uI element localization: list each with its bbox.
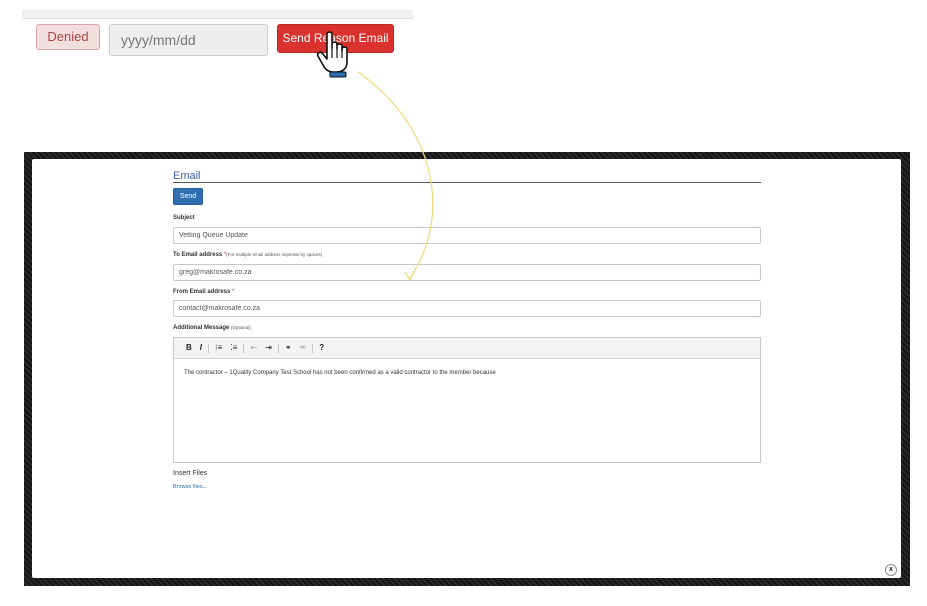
link-icon[interactable]: ⚭ — [281, 342, 296, 354]
from-email-label: From Email address * — [173, 289, 235, 295]
from-email-field[interactable] — [173, 300, 761, 317]
editor-toolbar: B I ⁝≡ ⁚≡ ⇤ ⇥ ⚭ ⚮ ? — [174, 338, 760, 359]
italic-button[interactable]: I — [196, 342, 206, 354]
toolbar-divider — [277, 343, 279, 353]
subject-field[interactable] — [173, 227, 761, 244]
title-divider — [173, 182, 761, 183]
browse-files-link[interactable]: Browse files... — [173, 484, 207, 490]
outdent-icon[interactable]: ⇤ — [246, 342, 261, 354]
to-email-label: To Email address *(For multiple email ad… — [173, 252, 323, 258]
message-editor[interactable]: B I ⁝≡ ⁚≡ ⇤ ⇥ ⚭ ⚮ ? The contractor – 1Qu… — [173, 337, 761, 463]
subject-label: Subject — [173, 215, 195, 221]
optional-note: (Optional) — [231, 325, 251, 330]
help-icon[interactable]: ? — [315, 342, 328, 354]
editor-body[interactable]: The contractor – 1Quality Company Test S… — [174, 359, 760, 387]
email-title: Email — [173, 170, 201, 182]
denied-button[interactable]: Denied — [36, 24, 100, 50]
indent-icon[interactable]: ⇥ — [261, 342, 276, 354]
to-email-note: (For multiple email address seperate by … — [226, 252, 323, 257]
ordered-list-icon[interactable]: ⁝≡ — [211, 342, 226, 354]
toolbar-divider — [208, 343, 210, 353]
insert-files-label: Insert Files — [173, 470, 208, 477]
additional-message-label: Additional Message (Optional) — [173, 325, 251, 331]
to-email-field[interactable] — [173, 264, 761, 281]
required-marker: * — [232, 289, 235, 295]
close-icon[interactable]: x — [885, 564, 897, 576]
date-input[interactable] — [109, 24, 268, 56]
top-strip — [22, 10, 413, 19]
unordered-list-icon[interactable]: ⁚≡ — [226, 342, 241, 354]
toolbar-divider — [312, 343, 314, 353]
send-button[interactable]: Send — [173, 188, 203, 205]
unlink-icon[interactable]: ⚮ — [296, 342, 311, 354]
toolbar-divider — [243, 343, 245, 353]
bold-button[interactable]: B — [182, 342, 196, 354]
hand-cursor-icon — [316, 31, 348, 78]
